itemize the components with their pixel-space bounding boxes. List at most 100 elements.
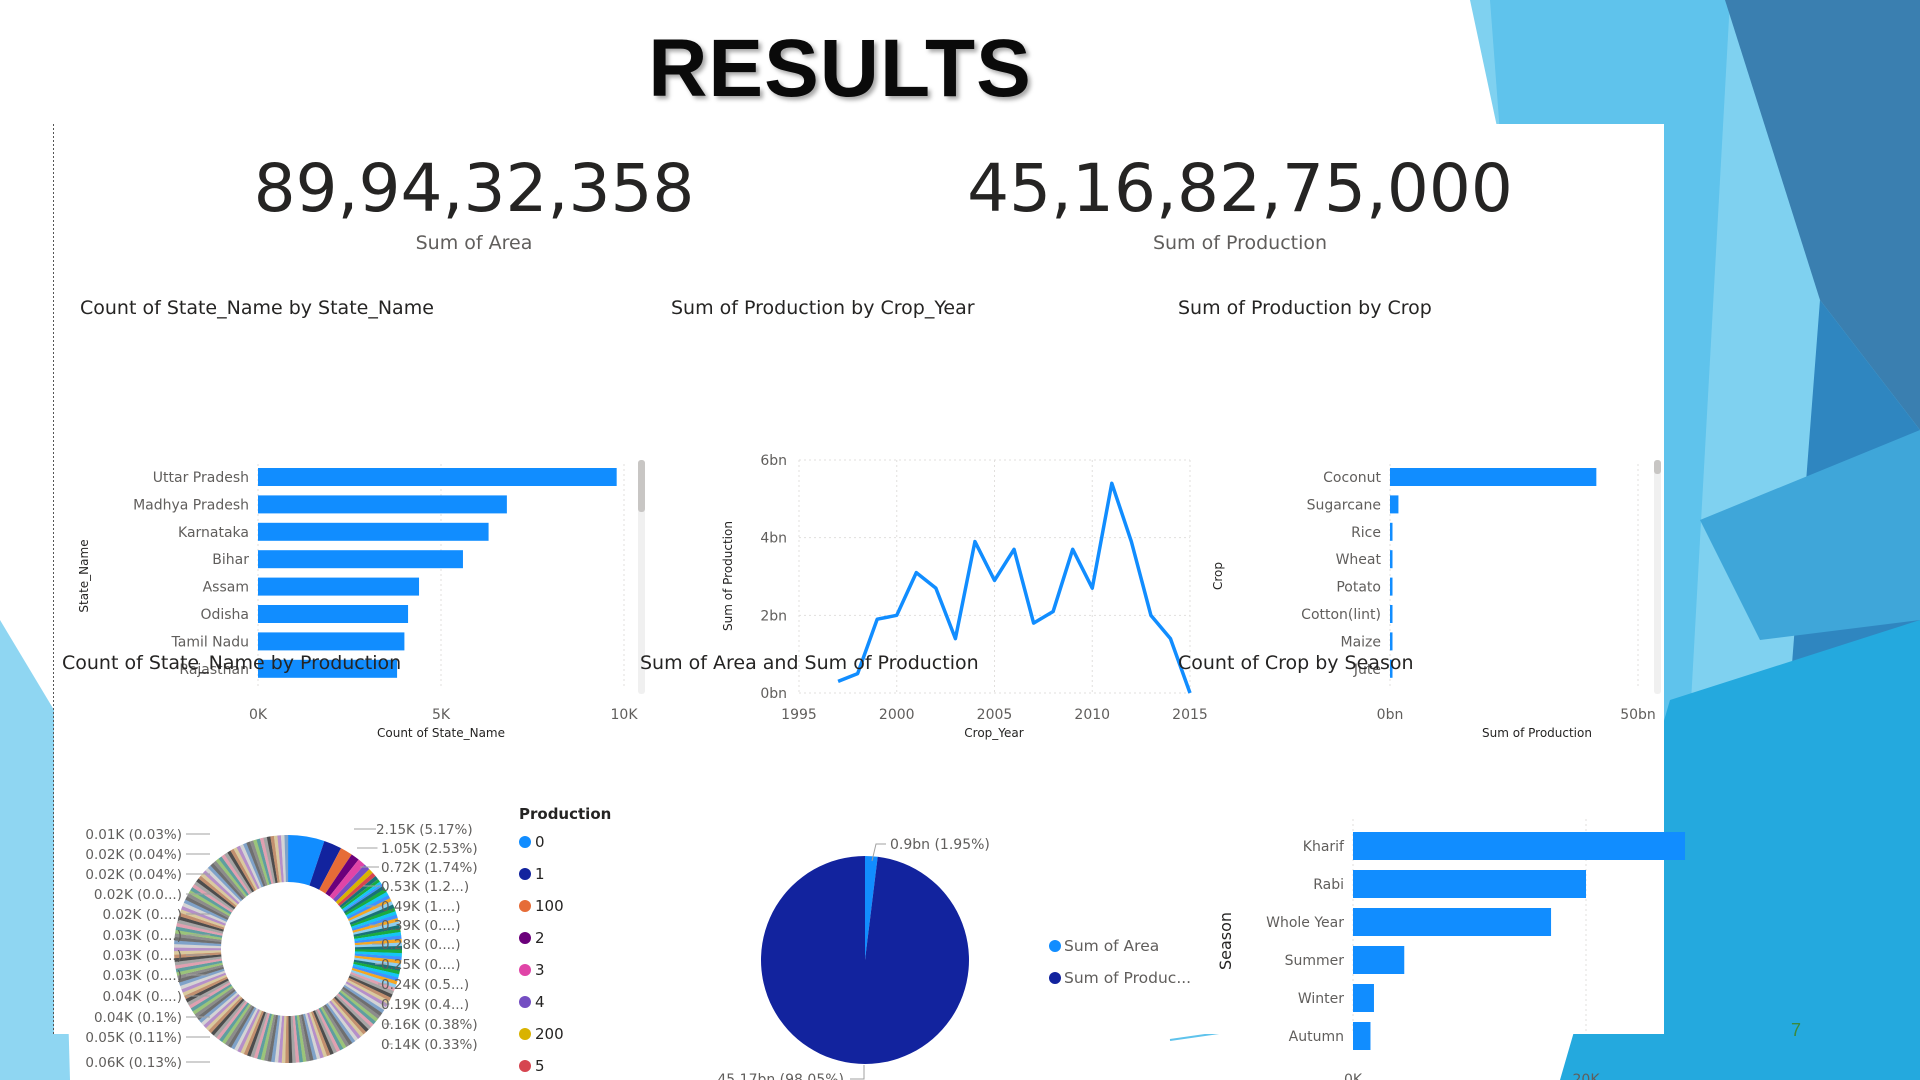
crop-bar-category-label: Maize bbox=[1340, 634, 1381, 650]
crop-bar-bar bbox=[1390, 577, 1393, 596]
season-bar-x-tick: 20K bbox=[1573, 1072, 1601, 1080]
state-bar-category-label: Karnataka bbox=[178, 525, 249, 541]
donut-legend-label: 5 bbox=[535, 1057, 545, 1075]
donut-data-label: 0.72K (1.74%) bbox=[381, 860, 478, 876]
area-production-pie-chart[interactable]: 0.9bn (1.95%) 45.17bn (98.05%) Sum of Area… bbox=[654, 679, 1214, 1080]
donut-data-label: 0.03K (0....) bbox=[103, 968, 183, 984]
donut-legend-marker bbox=[519, 868, 531, 880]
donut-legend-marker bbox=[519, 996, 531, 1008]
crop-bar-bar bbox=[1390, 495, 1399, 514]
pie-data-label: 45.17bn (98.05%) bbox=[717, 1072, 844, 1080]
season-bar-category-label: Whole Year bbox=[1266, 915, 1344, 931]
donut-legend-marker bbox=[519, 1060, 531, 1072]
season-bar-category-label: Autumn bbox=[1289, 1029, 1344, 1045]
donut-data-label: 2.15K (5.17%) bbox=[376, 822, 473, 838]
crop-bar-category-label: Coconut bbox=[1323, 470, 1381, 486]
crop-bar-category-label: Sugarcane bbox=[1307, 497, 1381, 513]
crop-bar-bar bbox=[1390, 632, 1393, 651]
state-bar-bar bbox=[258, 632, 405, 651]
production-donut-chart[interactable]: 2.15K (5.17%) 1.05K (2.53%) 0.72K (1.74%) 0… bbox=[54, 679, 664, 1080]
pie-data-label: 0.9bn (1.95%) bbox=[890, 837, 990, 853]
crop-bar-category-label: Potato bbox=[1336, 580, 1381, 596]
donut-data-label: 0.25K (0....) bbox=[381, 957, 461, 973]
crop-bar-category-label: Rice bbox=[1351, 525, 1381, 541]
state-bar-bar bbox=[258, 577, 420, 596]
donut-legend-label: 0 bbox=[535, 833, 545, 851]
kpi-card-production[interactable]: 45,16,82,75,000 Sum of Production bbox=[950, 150, 1530, 255]
season-bar-bar bbox=[1353, 832, 1686, 860]
season-bar-x-tick: 0K bbox=[1344, 1072, 1363, 1080]
season-bar-chart[interactable]: Kharif Rabi Whole Year Summer Winter Autumn 0K… bbox=[1154, 679, 1686, 1080]
donut-legend-marker bbox=[519, 932, 531, 944]
state-bar-scrollbar-thumb bbox=[638, 460, 645, 512]
donut-legend-title: Production bbox=[519, 805, 611, 823]
crop-bar-scrollbar-thumb bbox=[1654, 460, 1661, 474]
pie-legend-label: Sum of Area bbox=[1064, 937, 1159, 955]
state-bar-category-label: Tamil Nadu bbox=[171, 634, 250, 650]
state-bar-bar bbox=[258, 550, 463, 569]
pie-legend-marker bbox=[1049, 940, 1061, 952]
year-line-y-tick: 6bn bbox=[760, 453, 787, 469]
donut-data-label: 0.02K (0....) bbox=[103, 907, 183, 923]
donut-data-label: 0.04K (0....) bbox=[103, 989, 183, 1005]
pie-slice bbox=[761, 856, 969, 1064]
donut-data-label: 0.03K (0....) bbox=[103, 928, 183, 944]
donut-data-label: 0.19K (0.4...) bbox=[381, 997, 469, 1013]
donut-data-label: 0.05K (0.11%) bbox=[85, 1030, 182, 1046]
kpi-area-value: 89,94,32,358 bbox=[253, 150, 695, 227]
season-bar-y-axis-title: Season bbox=[1216, 912, 1235, 970]
season-bar-category-label: Winter bbox=[1298, 991, 1344, 1007]
season-bar-category-label: Summer bbox=[1285, 953, 1345, 969]
season-bar-bar bbox=[1353, 908, 1552, 936]
state-bar-category-label: Assam bbox=[203, 580, 249, 596]
donut-data-label: 0.39K (0....) bbox=[381, 918, 461, 934]
crop-bar-bar bbox=[1390, 550, 1393, 569]
pie-legend-marker bbox=[1049, 972, 1061, 984]
page-number: 7 bbox=[1791, 1020, 1802, 1040]
season-bar-category-label: Kharif bbox=[1303, 839, 1345, 855]
year-line-y-tick: 2bn bbox=[760, 608, 787, 624]
kpi-production-value: 45,16,82,75,000 bbox=[967, 150, 1513, 227]
donut-data-label: 0.14K (0.33%) bbox=[381, 1037, 478, 1053]
kpi-production-label: Sum of Production bbox=[1152, 232, 1328, 254]
donut-data-label: 1.05K (2.53%) bbox=[381, 841, 478, 857]
crop-bar-bar bbox=[1390, 522, 1393, 541]
crop-bar-bar bbox=[1390, 605, 1393, 623]
crop-bar-category-label: Wheat bbox=[1336, 552, 1382, 568]
donut-data-label: 0.03K (0....) bbox=[103, 948, 183, 964]
state-bar-bar bbox=[258, 605, 409, 623]
crop-bar-y-axis-title: Crop bbox=[1211, 562, 1225, 590]
donut-data-label: 0.02K (0.0...) bbox=[94, 887, 182, 903]
report-canvas: 89,94,32,358 Sum of Area 45,16,82,75,000… bbox=[54, 124, 1686, 1080]
donut-legend-marker bbox=[519, 836, 531, 848]
season-bar-category-label: Rabi bbox=[1313, 877, 1344, 893]
state-bar-y-axis-title: State_Name bbox=[77, 539, 91, 612]
crop-bar-scrollbar-track bbox=[1654, 460, 1661, 694]
kpi-card-area[interactable]: 89,94,32,358 Sum of Area bbox=[234, 150, 714, 255]
donut-data-label: 0.28K (0....) bbox=[381, 937, 461, 953]
donut-data-label: 0.06K (0.13%) bbox=[85, 1055, 182, 1071]
state-bar-bar bbox=[258, 468, 617, 486]
crop-bar-bar bbox=[1390, 468, 1597, 486]
season-bar-bar bbox=[1353, 870, 1586, 898]
state-bar-category-label: Uttar Pradesh bbox=[153, 470, 249, 486]
season-bar-bar bbox=[1353, 984, 1374, 1012]
donut-data-label: 0.02K (0.04%) bbox=[85, 867, 182, 883]
donut-legend-marker bbox=[519, 900, 531, 912]
season-bar-bar bbox=[1353, 1022, 1371, 1050]
state-bar-bar bbox=[258, 522, 489, 541]
donut-legend-label: 4 bbox=[535, 993, 545, 1011]
crop-bar-category-label: Cotton(lint) bbox=[1301, 607, 1381, 623]
donut-legend-label: 3 bbox=[535, 961, 545, 979]
season-bar-bar bbox=[1353, 946, 1405, 974]
donut-data-label: 0.16K (0.38%) bbox=[381, 1017, 478, 1033]
state-bar-category-label: Madhya Pradesh bbox=[133, 497, 249, 513]
production-donut-title: Count of State_Name by Production bbox=[62, 652, 402, 674]
donut-legend-marker bbox=[519, 964, 531, 976]
donut-data-label: 0.24K (0.5...) bbox=[381, 977, 469, 993]
slide-title: RESULTS bbox=[648, 23, 1032, 114]
season-bar-title: Count of Crop by Season bbox=[1178, 652, 1414, 674]
donut-legend-marker bbox=[519, 1028, 531, 1040]
year-line-y-tick: 4bn bbox=[760, 531, 787, 547]
area-production-pie-title: Sum of Area and Sum of Production bbox=[640, 652, 979, 674]
